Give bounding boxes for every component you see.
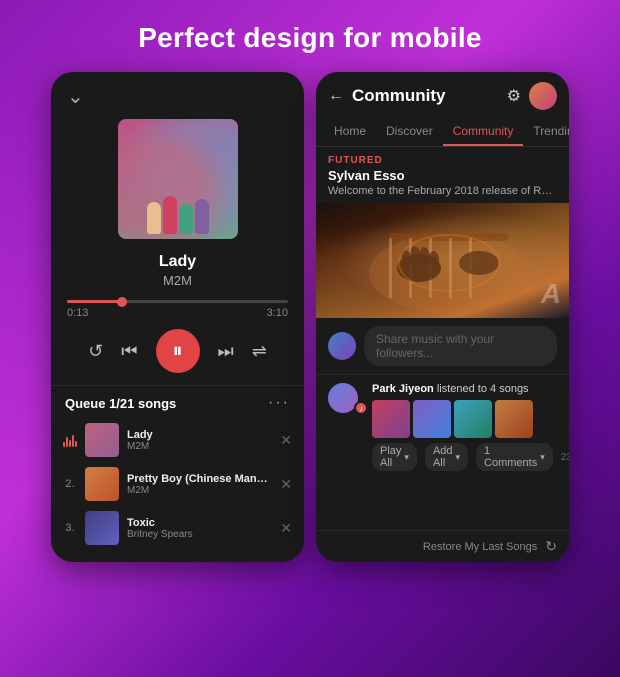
activity-thumb[interactable]: [372, 400, 410, 438]
tab-home[interactable]: Home: [324, 118, 376, 146]
settings-icon[interactable]: ⚙: [507, 86, 521, 106]
remove-icon[interactable]: ✕: [280, 432, 292, 449]
user-avatar[interactable]: [529, 82, 557, 110]
queue-thumb: [85, 511, 119, 545]
share-row: Share music with your followers...: [316, 318, 569, 375]
community-header: ← Community ⚙: [316, 72, 569, 118]
player-top: ⌄ Lady M2M 0:: [51, 72, 304, 385]
featured-image[interactable]: A: [316, 203, 569, 318]
activity-text: Park Jiyeon listened to 4 songs: [372, 383, 557, 395]
community-title: Community: [352, 86, 499, 106]
queue-song-title: Pretty Boy (Chinese Mandarin Versi...: [127, 473, 272, 485]
featured-artist: Sylvan Esso: [316, 168, 569, 185]
queue-item[interactable]: Lady M2M ✕: [51, 418, 304, 462]
comments-button[interactable]: 1 Comments ▾: [476, 443, 553, 471]
repeat-icon[interactable]: ↺: [88, 341, 103, 362]
user-avatar-share: [328, 332, 356, 360]
activity-thumb[interactable]: [454, 400, 492, 438]
activity-avatars: ♪: [328, 383, 364, 413]
back-icon[interactable]: ←: [328, 87, 344, 105]
song-title: Lady: [159, 253, 196, 271]
time-current: 0:13: [67, 307, 88, 319]
activity-badge: ♪: [354, 401, 368, 415]
comments-arrow: ▾: [540, 452, 545, 463]
activity-thumb[interactable]: [413, 400, 451, 438]
queue-list: Lady M2M ✕ 2. Pretty Boy (Chinese Mandar…: [51, 418, 304, 562]
queue-num: [63, 433, 77, 447]
activity-actions: Play All ▾ Add All ▾ 1 Comments ▾ 23m: [372, 443, 557, 471]
featured-desc: Welcome to the February 2018 release of …: [316, 185, 569, 203]
add-all-label: Add All: [433, 445, 453, 469]
music-player-phone: ⌄ Lady M2M 0:: [51, 72, 304, 562]
pause-button[interactable]: ⏸: [156, 329, 200, 373]
queue-num: 3.: [63, 522, 77, 534]
tab-trending[interactable]: Trending: [523, 118, 569, 146]
queue-info: Pretty Boy (Chinese Mandarin Versi... M2…: [127, 473, 272, 496]
queue-song-artist: M2M: [127, 441, 272, 452]
page-headline: Perfect design for mobile: [138, 22, 482, 54]
activity-time: 23m: [561, 452, 569, 463]
queue-item[interactable]: 2. Pretty Boy (Chinese Mandarin Versi...…: [51, 462, 304, 506]
activity-thumb[interactable]: [495, 400, 533, 438]
queue-info: Lady M2M: [127, 429, 272, 452]
album-art: [118, 119, 238, 239]
queue-song-artist: M2M: [127, 485, 272, 496]
play-all-label: Play All: [380, 445, 401, 469]
activity-thumbnails: [372, 400, 557, 438]
queue-options[interactable]: ···: [268, 394, 290, 412]
playback-controls: ↺ ⏮ ⏸ ⏭ ⇌: [88, 329, 267, 373]
tab-discover[interactable]: Discover: [376, 118, 443, 146]
queue-song-title: Toxic: [127, 517, 272, 529]
share-input[interactable]: Share music with your followers...: [364, 326, 557, 366]
remove-icon[interactable]: ✕: [280, 476, 292, 493]
queue-item[interactable]: 3. Toxic Britney Spears ✕: [51, 506, 304, 550]
activity-action: listened to 4 songs: [437, 383, 529, 395]
queue-title: Queue 1/21 songs: [65, 396, 176, 411]
queue-info: Toxic Britney Spears: [127, 517, 272, 540]
progress-bar[interactable]: [67, 300, 288, 303]
play-all-arrow: ▾: [404, 452, 409, 463]
remove-icon[interactable]: ✕: [280, 520, 292, 537]
community-phone: ← Community ⚙ Home Discover Community Tr…: [316, 72, 569, 562]
time-row: 0:13 3:10: [67, 307, 288, 319]
guitar-image: [359, 213, 539, 313]
queue-header: Queue 1/21 songs ···: [51, 385, 304, 418]
watermark: A: [541, 278, 561, 310]
add-all-arrow: ▾: [456, 452, 461, 463]
restore-label: Restore My Last Songs: [423, 541, 537, 553]
shuffle-icon[interactable]: ⇌: [252, 341, 267, 362]
play-all-button[interactable]: Play All ▾: [372, 443, 417, 471]
collapse-icon[interactable]: ⌄: [67, 84, 84, 109]
activity-content: Park Jiyeon listened to 4 songs Play All…: [372, 383, 557, 471]
tab-community[interactable]: Community: [443, 118, 524, 146]
community-tabs: Home Discover Community Trending: [316, 118, 569, 147]
restore-icon[interactable]: ↻: [545, 538, 557, 555]
phones-container: ⌄ Lady M2M 0:: [51, 72, 569, 562]
queue-thumb: [85, 423, 119, 457]
comments-label: 1 Comments: [484, 445, 537, 469]
add-all-button[interactable]: Add All ▾: [425, 443, 468, 471]
queue-thumb: [85, 467, 119, 501]
next-icon[interactable]: ⏭: [218, 341, 234, 362]
time-total: 3:10: [267, 307, 288, 319]
queue-song-title: Lady: [127, 429, 272, 441]
song-artist: M2M: [163, 273, 192, 288]
queue-song-artist: Britney Spears: [127, 529, 272, 540]
queue-num: 2.: [63, 478, 77, 490]
prev-icon[interactable]: ⏮: [121, 341, 137, 362]
activity-row: ♪ Park Jiyeon listened to 4 songs Play A…: [316, 375, 569, 479]
featured-label: FUTURED: [316, 147, 569, 168]
restore-bar: Restore My Last Songs ↻: [316, 530, 569, 562]
activity-username: Park Jiyeon: [372, 383, 434, 395]
